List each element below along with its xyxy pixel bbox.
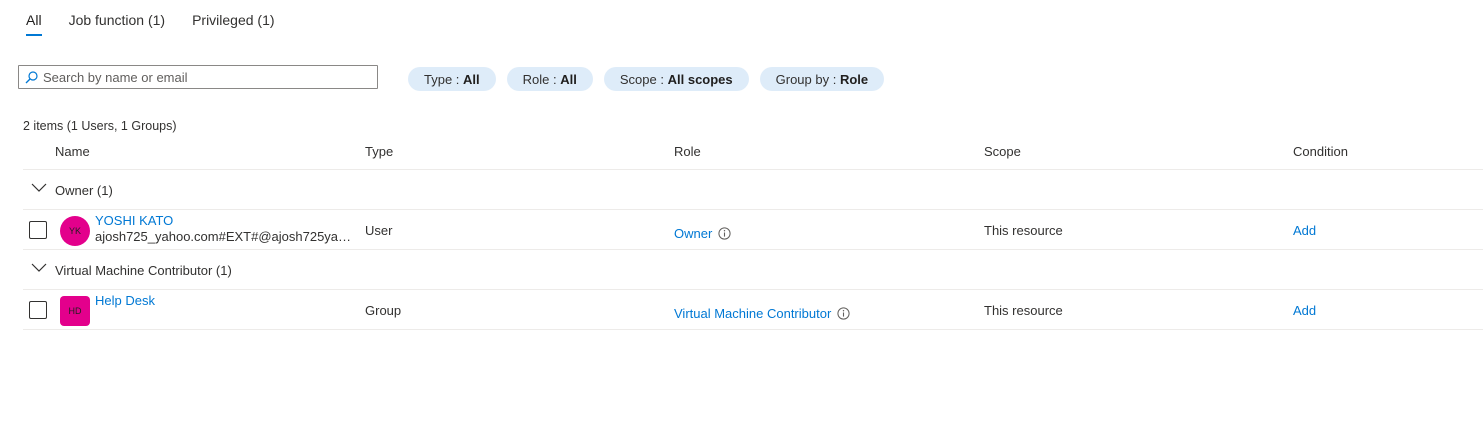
column-header-type[interactable]: Type xyxy=(365,144,393,159)
info-icon[interactable] xyxy=(718,227,731,240)
filter-value: All xyxy=(463,71,480,87)
row-checkbox[interactable] xyxy=(29,221,47,239)
filter-label: Scope : xyxy=(619,71,664,87)
filter-value: Role xyxy=(839,71,869,87)
group-by-pill[interactable]: Group by : Role xyxy=(759,67,885,91)
column-header-scope[interactable]: Scope xyxy=(984,144,1021,159)
search-input[interactable] xyxy=(43,69,363,85)
filter-bar: Type : All Role : All Scope : All scopes… xyxy=(408,67,895,91)
avatar: HD xyxy=(60,296,90,326)
tab-bar: All Job function (1) Privileged (1) xyxy=(26,12,302,36)
filter-label: Type : xyxy=(424,71,460,87)
group-label: Virtual Machine Contributor (1) xyxy=(55,263,232,278)
type-cell: User xyxy=(365,223,393,238)
filter-value: All xyxy=(560,71,577,87)
avatar: YK xyxy=(60,216,90,246)
principal-name-link[interactable]: Help Desk xyxy=(95,293,155,308)
tab-job-function[interactable]: Job function (1) xyxy=(69,12,166,36)
group-header-vm-contributor[interactable]: Virtual Machine Contributor (1) xyxy=(23,250,1483,290)
tab-privileged[interactable]: Privileged (1) xyxy=(192,12,274,36)
principal-name-link[interactable]: YOSHI KATO xyxy=(95,213,173,228)
add-condition-link[interactable]: Add xyxy=(1293,223,1316,238)
chevron-down-icon[interactable] xyxy=(31,181,47,193)
table-row: YK YOSHI KATO ajosh725_yahoo.com#EXT#@aj… xyxy=(23,210,1483,250)
principal-email: ajosh725_yahoo.com#EXT#@ajosh725yahoo.on… xyxy=(95,229,357,244)
items-summary: 2 items (1 Users, 1 Groups) xyxy=(23,119,177,133)
scope-cell: This resource xyxy=(984,223,1063,238)
group-header-owner[interactable]: Owner (1) xyxy=(23,170,1483,210)
scope-cell: This resource xyxy=(984,303,1063,318)
type-cell: Group xyxy=(365,303,402,318)
filter-role-pill[interactable]: Role : All xyxy=(506,67,593,91)
filter-type-pill[interactable]: Type : All xyxy=(408,67,496,91)
filter-label: Group by : xyxy=(775,71,837,87)
role-link[interactable]: Owner xyxy=(674,226,712,241)
row-checkbox[interactable] xyxy=(29,301,47,319)
column-header-role[interactable]: Role xyxy=(674,144,701,159)
info-icon[interactable] xyxy=(837,307,850,320)
filter-value: All scopes xyxy=(667,71,733,87)
group-label: Owner (1) xyxy=(55,183,113,198)
filter-scope-pill[interactable]: Scope : All scopes xyxy=(603,67,749,91)
role-cell: Virtual Machine Contributor xyxy=(674,306,850,321)
filter-label: Role : xyxy=(522,71,557,87)
table-row: HD Help Desk Group Virtual Machine Contr… xyxy=(23,290,1483,330)
role-link[interactable]: Virtual Machine Contributor xyxy=(674,306,831,321)
tab-all[interactable]: All xyxy=(26,12,42,36)
column-header-condition[interactable]: Condition xyxy=(1293,144,1348,159)
chevron-down-icon[interactable] xyxy=(31,261,47,273)
role-cell: Owner xyxy=(674,226,731,241)
search-icon xyxy=(25,70,38,83)
search-box[interactable] xyxy=(18,65,378,89)
table-header: Name Type Role Scope Condition xyxy=(23,138,1483,170)
add-condition-link[interactable]: Add xyxy=(1293,303,1316,318)
column-header-name[interactable]: Name xyxy=(55,144,90,159)
